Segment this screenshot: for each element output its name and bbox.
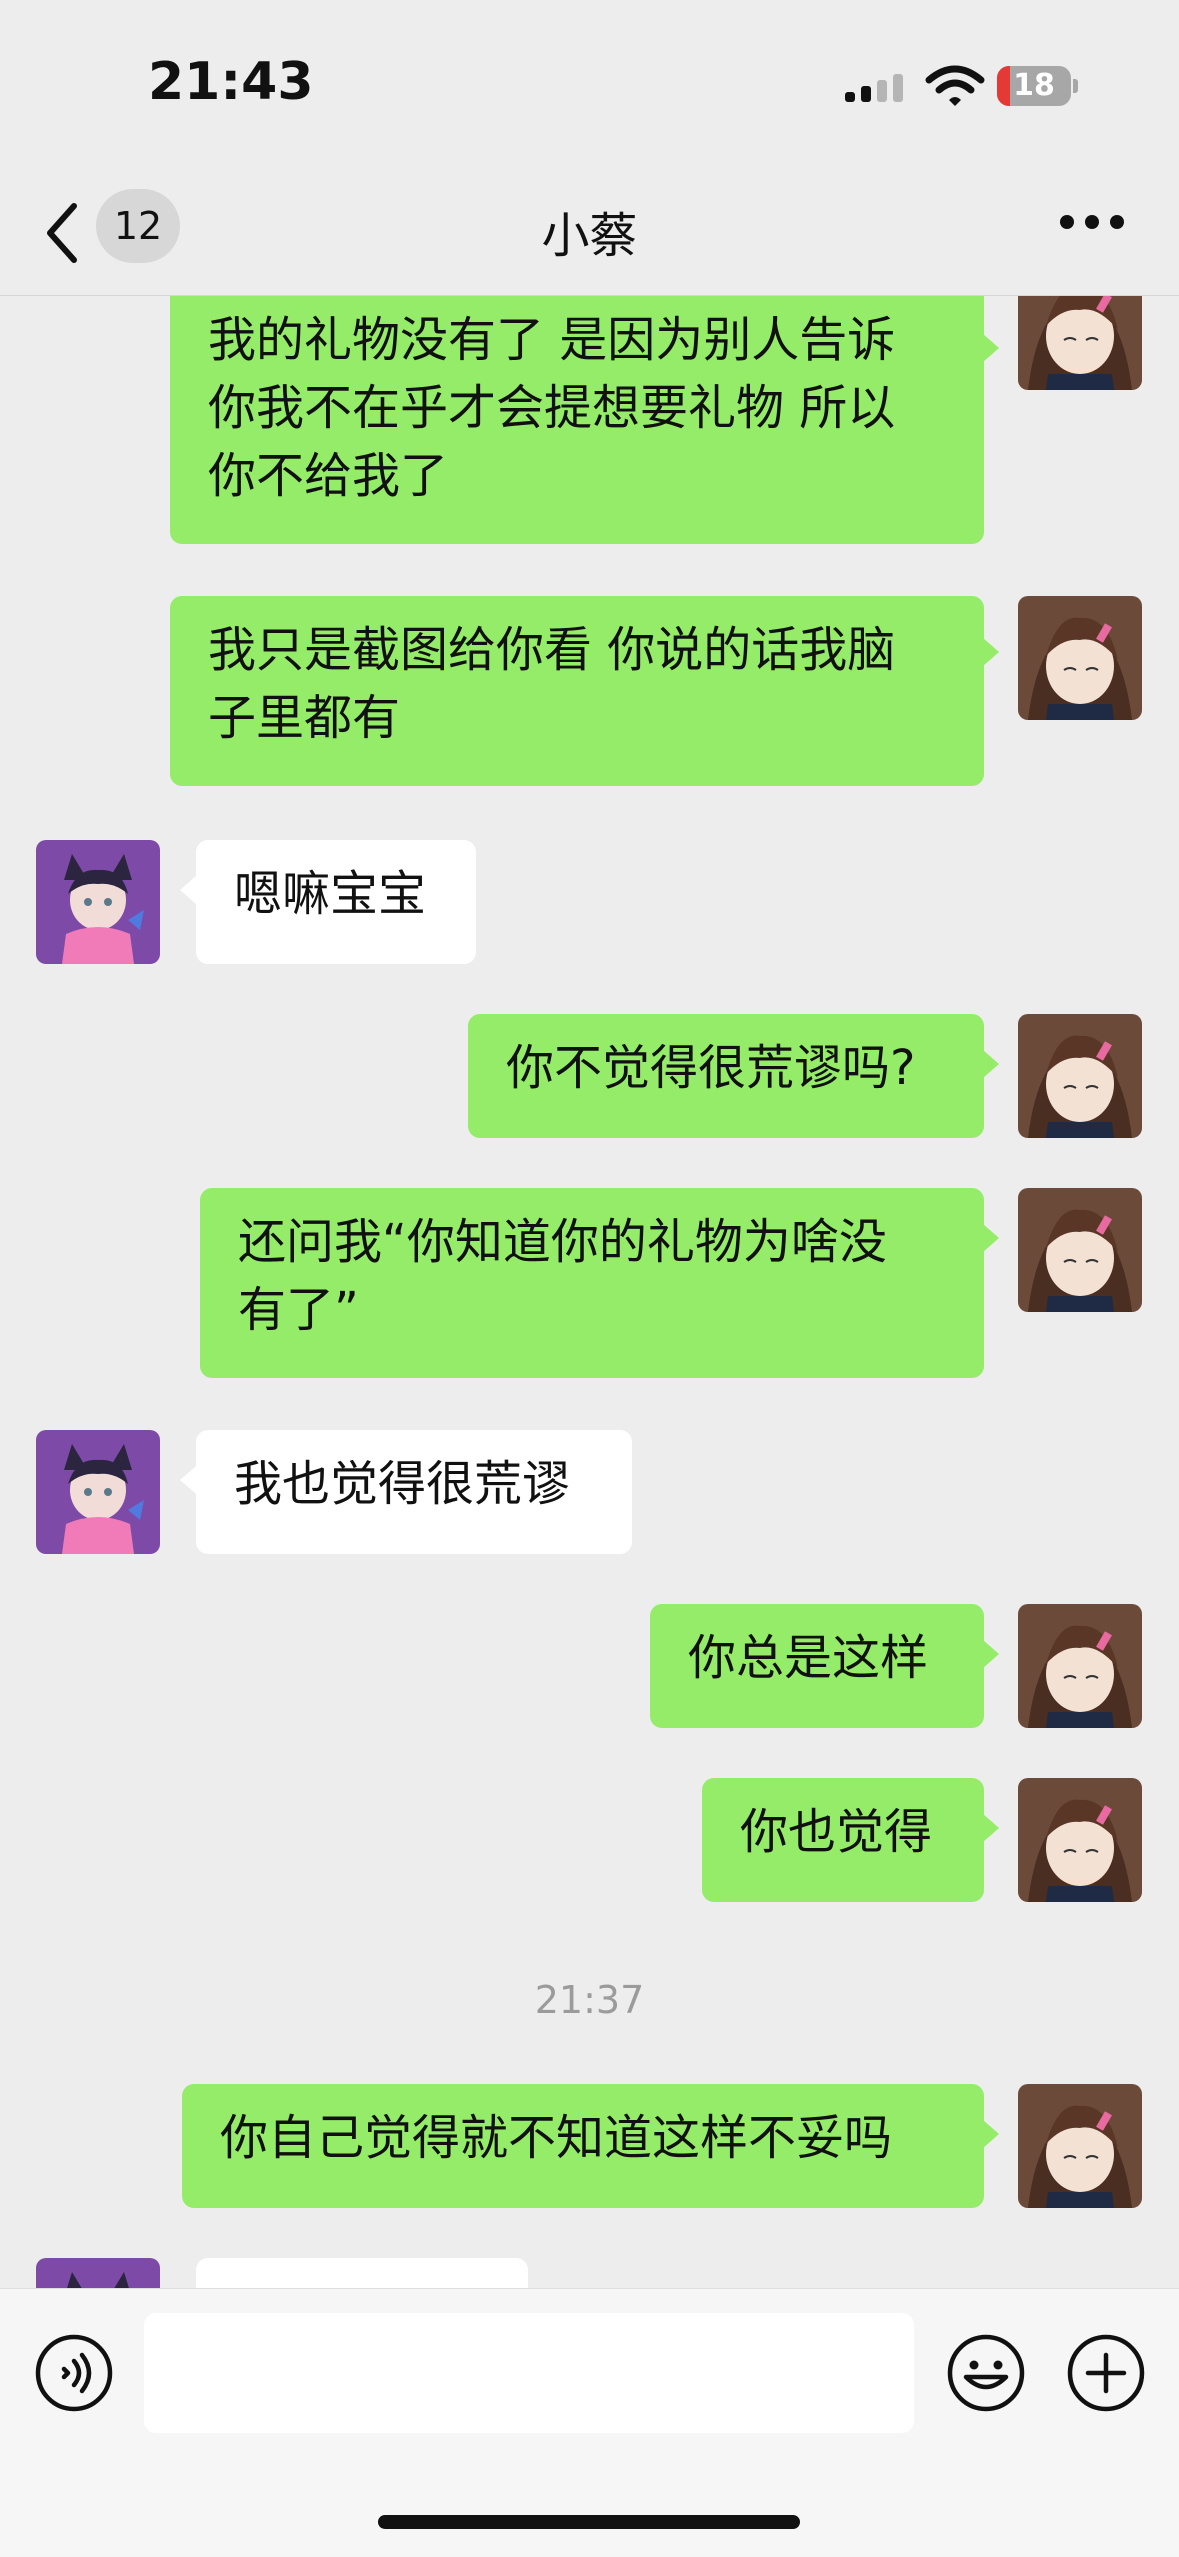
chat-title: 小蔡 <box>541 208 638 264</box>
message-bubble-sent[interactable]: 我的礼物没有了 是因为别人告诉 你我不在乎才会提想要礼物 所以 你不给我了 <box>170 296 984 544</box>
message-bubble-sent[interactable]: 还问我“你知道你的礼物为啥没 有了” <box>200 1188 984 1378</box>
plus-icon[interactable] <box>1066 2333 1146 2413</box>
message-bubble-sent[interactable]: 我只是截图给你看 你说的话我脑 子里都有 <box>170 596 984 786</box>
status-time: 21:43 <box>148 52 314 112</box>
message-bubble-sent[interactable]: 你也觉得 <box>702 1778 984 1902</box>
my-avatar[interactable] <box>1018 296 1142 390</box>
contact-avatar[interactable] <box>36 1430 160 1554</box>
battery-indicator: 18 <box>997 66 1078 106</box>
wifi-icon <box>925 65 985 106</box>
emoji-icon[interactable] <box>946 2333 1026 2413</box>
home-indicator[interactable] <box>378 2515 800 2529</box>
message-list[interactable]: 我的礼物没有了 是因为别人告诉 你我不在乎才会提想要礼物 所以 你不给我了 我只… <box>0 296 1179 2296</box>
my-avatar[interactable] <box>1018 1188 1142 1312</box>
more-dots-icon[interactable] <box>1060 215 1124 235</box>
status-bar: 21:43 18 <box>0 0 1179 170</box>
message-input-bar <box>0 2288 1179 2557</box>
contact-avatar[interactable] <box>36 840 160 964</box>
message-bubble-received[interactable]: 嗯嘛宝宝 <box>196 840 476 964</box>
message-text-input[interactable] <box>144 2313 914 2433</box>
my-avatar[interactable] <box>1018 2084 1142 2208</box>
battery-level-text: 18 <box>1013 68 1055 103</box>
message-bubble-sent[interactable]: 你不觉得很荒谬吗? <box>468 1014 984 1138</box>
my-avatar[interactable] <box>1018 1604 1142 1728</box>
cellular-signal-icon <box>845 74 903 102</box>
my-avatar[interactable] <box>1018 1014 1142 1138</box>
chat-timestamp: 21:37 <box>534 1978 645 2022</box>
message-bubble-sent[interactable]: 你自己觉得就不知道这样不妥吗 <box>182 2084 984 2208</box>
message-bubble-sent[interactable]: 你总是这样 <box>650 1604 984 1728</box>
voice-icon[interactable] <box>34 2333 114 2413</box>
my-avatar[interactable] <box>1018 1778 1142 1902</box>
message-bubble-received[interactable]: 我也觉得很荒谬 <box>196 1430 632 1554</box>
my-avatar[interactable] <box>1018 596 1142 720</box>
